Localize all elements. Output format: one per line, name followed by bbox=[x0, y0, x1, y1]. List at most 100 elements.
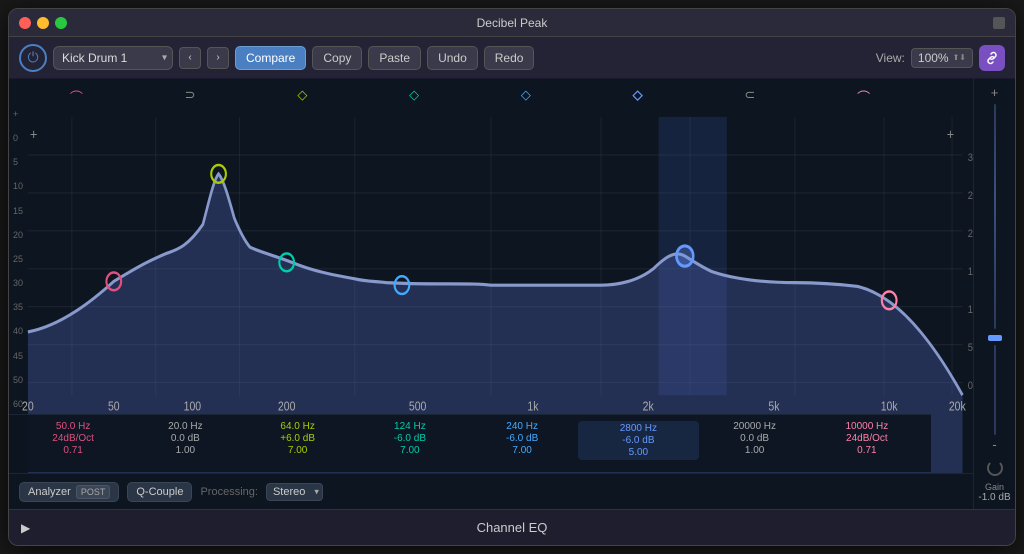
band3-gain: +6.0 dB bbox=[280, 433, 315, 444]
paste-button[interactable]: Paste bbox=[368, 46, 421, 70]
band7-gain: 0.0 dB bbox=[740, 433, 769, 444]
minimize-button[interactable] bbox=[37, 17, 49, 29]
window-title: Decibel Peak bbox=[477, 16, 548, 30]
band4-q: 7.00 bbox=[400, 445, 419, 456]
undo-button[interactable]: Undo bbox=[427, 46, 478, 70]
band1-gain: 24dB/Oct bbox=[52, 433, 94, 444]
band8-gain: 24dB/Oct bbox=[846, 433, 888, 444]
view-stepper-icon: ⬆⬇ bbox=[953, 53, 966, 62]
band6-gain: -6.0 dB bbox=[622, 435, 654, 446]
window-footer: ▶ Channel EQ bbox=[9, 509, 1015, 545]
band3-freq: 64.0 Hz bbox=[280, 421, 314, 432]
band1-q: 0.71 bbox=[63, 445, 82, 456]
analyzer-label: Analyzer bbox=[28, 486, 71, 498]
svg-text:20k: 20k bbox=[949, 399, 966, 413]
traffic-lights bbox=[19, 17, 67, 29]
gain-slider-thumb[interactable] bbox=[988, 335, 1002, 341]
compare-button[interactable]: Compare bbox=[235, 46, 306, 70]
band5-q: 7.00 bbox=[512, 445, 531, 456]
analyzer-button[interactable]: Analyzer POST bbox=[19, 482, 119, 502]
svg-text:50: 50 bbox=[108, 399, 120, 413]
svg-text:20: 20 bbox=[968, 228, 973, 240]
svg-text:10: 10 bbox=[968, 304, 973, 316]
svg-text:2k: 2k bbox=[643, 399, 654, 413]
band5-freq: 240 Hz bbox=[506, 421, 538, 432]
view-control[interactable]: 100% ⬆⬇ bbox=[911, 48, 973, 68]
band7-q: 1.00 bbox=[745, 445, 764, 456]
band6-info: 2800 Hz -6.0 dB 5.00 bbox=[578, 421, 698, 460]
post-badge: POST bbox=[76, 485, 111, 499]
svg-text:100: 100 bbox=[184, 399, 201, 413]
band3-q: 7.00 bbox=[288, 445, 307, 456]
svg-text:+: + bbox=[30, 126, 37, 143]
right-panel: + - Gain -1.0 dB bbox=[973, 79, 1015, 509]
gain-plus-button[interactable]: + bbox=[991, 85, 999, 100]
band2-q: 1.00 bbox=[176, 445, 195, 456]
gain-label: Gain bbox=[985, 482, 1004, 492]
band8-q: 0.71 bbox=[857, 445, 876, 456]
svg-text:25: 25 bbox=[968, 190, 973, 202]
svg-text:0: 0 bbox=[968, 380, 973, 392]
band4-freq: 124 Hz bbox=[394, 421, 426, 432]
band-info-area: 50.0 Hz 24dB/Oct 0.71 20.0 Hz 0.0 dB 1.0… bbox=[9, 414, 931, 472]
band1-freq: 50.0 Hz bbox=[56, 421, 90, 432]
link-button[interactable] bbox=[979, 45, 1005, 71]
band7-info: 20000 Hz 0.0 dB 1.00 bbox=[699, 421, 811, 456]
toolbar: ⏻ Kick Drum 1 ‹ › Compare Copy Paste Und… bbox=[9, 37, 1015, 79]
qcouple-button[interactable]: Q-Couple bbox=[127, 482, 192, 502]
play-button[interactable]: ▶ bbox=[21, 521, 30, 535]
svg-text:15: 15 bbox=[968, 266, 973, 278]
band6-freq: 2800 Hz bbox=[620, 423, 657, 434]
band8-freq: 10000 Hz bbox=[845, 421, 888, 432]
band6-q: 5.00 bbox=[629, 447, 648, 458]
title-bar: Decibel Peak bbox=[9, 9, 1015, 37]
band5-info: 240 Hz -6.0 dB 7.00 bbox=[466, 421, 578, 456]
svg-text:200: 200 bbox=[278, 399, 295, 413]
link-icon bbox=[985, 51, 999, 65]
gain-slider-track bbox=[994, 104, 996, 329]
band4-info: 124 Hz -6.0 dB 7.00 bbox=[354, 421, 466, 456]
processing-wrapper: Stereo Left Right Mid Side bbox=[266, 482, 323, 501]
nav-forward-button[interactable]: › bbox=[207, 47, 229, 69]
view-label: View: bbox=[876, 51, 905, 65]
band8-info: 10000 Hz 24dB/Oct 0.71 bbox=[811, 421, 923, 456]
bottom-controls-bar: Analyzer POST Q-Couple Processing: Stere… bbox=[9, 473, 973, 509]
processing-label: Processing: bbox=[200, 486, 257, 498]
redo-button[interactable]: Redo bbox=[484, 46, 535, 70]
svg-text:1k: 1k bbox=[527, 399, 538, 413]
band1-info: 50.0 Hz 24dB/Oct 0.71 bbox=[17, 421, 129, 456]
band4-gain: -6.0 dB bbox=[394, 433, 426, 444]
processing-select[interactable]: Stereo Left Right Mid Side bbox=[266, 483, 323, 501]
svg-text:+: + bbox=[947, 126, 954, 143]
copy-button[interactable]: Copy bbox=[312, 46, 362, 70]
svg-text:20: 20 bbox=[22, 399, 34, 413]
preset-wrapper: Kick Drum 1 bbox=[53, 46, 173, 70]
view-value: 100% bbox=[918, 51, 949, 65]
band2-gain: 0.0 dB bbox=[171, 433, 200, 444]
svg-text:5: 5 bbox=[968, 342, 973, 354]
preset-select[interactable]: Kick Drum 1 bbox=[53, 46, 173, 70]
close-button[interactable] bbox=[19, 17, 31, 29]
gain-value: -1.0 dB bbox=[978, 492, 1010, 503]
gain-minus-button[interactable]: - bbox=[992, 437, 996, 452]
band2-info: 20.0 Hz 0.0 dB 1.00 bbox=[129, 421, 241, 456]
power-button[interactable]: ⏻ bbox=[19, 44, 47, 72]
band2-freq: 20.0 Hz bbox=[168, 421, 202, 432]
maximize-button[interactable] bbox=[55, 17, 67, 29]
band6-node bbox=[676, 246, 693, 266]
eq-area: ⌒ ⊃ ◇ ◇ ◇ ◇ ⊂ ⌒ + 0 5 10 15 20 25 30 35 … bbox=[9, 79, 1015, 509]
gain-display: Gain -1.0 dB bbox=[978, 482, 1010, 503]
svg-text:10k: 10k bbox=[881, 399, 898, 413]
band7-freq: 20000 Hz bbox=[733, 421, 776, 432]
window-resize-button[interactable] bbox=[993, 17, 1005, 29]
main-window: Decibel Peak ⏻ Kick Drum 1 ‹ › Compare C… bbox=[8, 8, 1016, 546]
svg-text:5k: 5k bbox=[768, 399, 779, 413]
svg-text:30: 30 bbox=[968, 152, 973, 164]
gain-reset-button[interactable] bbox=[987, 460, 1003, 476]
band5-gain: -6.0 dB bbox=[506, 433, 538, 444]
footer-title: Channel EQ bbox=[477, 520, 548, 535]
band3-info: 64.0 Hz +6.0 dB 7.00 bbox=[242, 421, 354, 456]
svg-text:500: 500 bbox=[409, 399, 426, 413]
nav-back-button[interactable]: ‹ bbox=[179, 47, 201, 69]
eq-canvas[interactable]: ⌒ ⊃ ◇ ◇ ◇ ◇ ⊂ ⌒ + 0 5 10 15 20 25 30 35 … bbox=[9, 79, 973, 509]
